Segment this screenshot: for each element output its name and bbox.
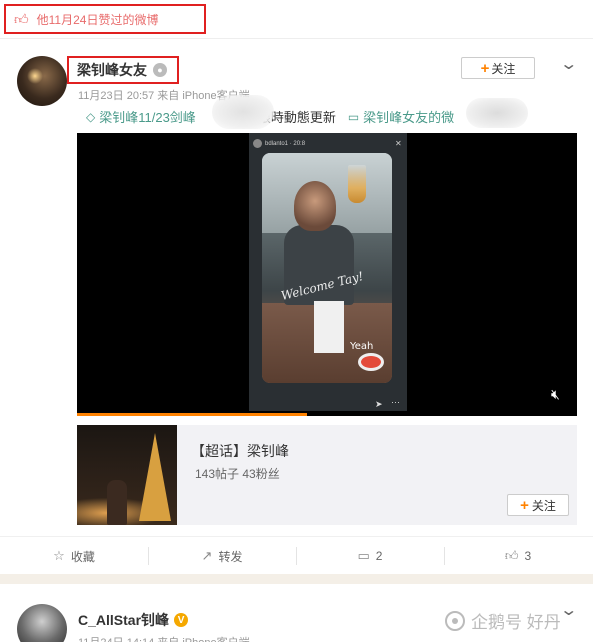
- topic-link-1[interactable]: ◇ 梁钊峰11/23剑峰: [86, 107, 196, 126]
- next-post-author-name[interactable]: C_AllStar钊峰: [78, 610, 169, 630]
- topic-link-3-text: 梁钊峰女友的微: [363, 110, 455, 125]
- story-image: Welcome Tay! Yeah: [262, 153, 392, 383]
- chevron-down-icon[interactable]: ⌄: [559, 54, 578, 74]
- video-player[interactable]: bdlanto1 · 20:8 ✕ Welcome Tay! Yeah ➤ ··…: [77, 133, 577, 416]
- watermark-text: 企鹅号 好丹: [471, 613, 561, 632]
- comment-button[interactable]: ▭ 2: [296, 537, 444, 575]
- plus-icon: +: [520, 496, 529, 514]
- verified-badge-icon: V: [174, 613, 189, 627]
- thumbs-up-icon: 👍︎: [14, 10, 29, 27]
- close-icon: ✕: [395, 139, 402, 148]
- chevron-down-icon[interactable]: ⌄: [559, 600, 578, 620]
- like-count: 3: [524, 549, 532, 563]
- story-yeah-text: Yeah: [350, 341, 374, 352]
- plus-icon: +: [480, 59, 490, 77]
- avatar[interactable]: [17, 56, 67, 106]
- feed-divider: [0, 574, 593, 584]
- story-header: bdlanto1 · 20:8: [253, 139, 305, 148]
- robot-badge-icon: ●: [153, 63, 167, 77]
- author-name[interactable]: 梁钊峰女友: [77, 60, 147, 80]
- repost-label: 转发: [218, 549, 243, 564]
- next-post-author[interactable]: C_AllStar钊峰 V: [78, 610, 189, 630]
- more-icon: ···: [391, 397, 400, 407]
- watermark: 企鹅号 好丹: [445, 608, 561, 633]
- blurred-region: [212, 95, 274, 129]
- topic-follow-label: 关注: [531, 498, 556, 513]
- topic-card-title[interactable]: 【超话】梁钊峰: [191, 441, 289, 461]
- divider: [0, 38, 593, 39]
- like-icon: 👍︎: [504, 548, 519, 563]
- super-topic-card[interactable]: 【超话】梁钊峰 143帖子 43粉丝 + 关注: [77, 425, 577, 525]
- penguin-logo-icon: [445, 610, 465, 631]
- liked-banner-text: 他11月24日赞过的微博: [36, 12, 159, 27]
- share-icon: ↗: [201, 548, 213, 563]
- favorite-button[interactable]: ☆ 收藏: [0, 537, 148, 575]
- blurred-region: [466, 98, 528, 128]
- comment-icon: ▭: [357, 548, 370, 563]
- author-name-highlight[interactable]: 梁钊峰女友 ●: [67, 56, 179, 84]
- comment-count: 2: [375, 549, 383, 563]
- diamond-link-icon: ◇: [86, 109, 96, 124]
- video-link-icon: ▭: [347, 109, 360, 124]
- action-bar: ☆ 收藏 ↗ 转发 ▭ 2 👍︎ 3: [0, 536, 593, 574]
- follow-label: 关注: [491, 61, 516, 76]
- repost-button[interactable]: ↗ 转发: [148, 537, 296, 575]
- avatar[interactable]: [17, 604, 67, 642]
- mute-icon[interactable]: 🔇︎: [551, 386, 560, 403]
- topic-follow-button[interactable]: + 关注: [507, 494, 569, 516]
- video-progress-bar[interactable]: [77, 413, 307, 416]
- topic-link-3[interactable]: ▭ 梁钊峰女友的微: [348, 107, 454, 126]
- next-post-meta: 11月24日 14:14 来自 iPhone客户端: [78, 634, 250, 642]
- favorite-label: 收藏: [70, 549, 95, 564]
- story-screenshot: bdlanto1 · 20:8 ✕ Welcome Tay! Yeah ➤ ··…: [249, 133, 407, 411]
- follow-button[interactable]: + 关注: [461, 57, 535, 79]
- like-button[interactable]: 👍︎ 3: [444, 537, 592, 575]
- send-icon: ➤: [375, 399, 383, 409]
- topic-link-1-text: 梁钊峰11/23剑峰: [99, 110, 196, 125]
- topic-thumbnail: [77, 425, 177, 525]
- story-user: bdlanto1 · 20:8: [265, 140, 306, 147]
- star-icon: ☆: [53, 548, 65, 563]
- topic-card-stats: 143帖子 43粉丝: [195, 467, 280, 481]
- liked-banner: 👍︎ 他11月24日赞过的微博: [4, 4, 206, 34]
